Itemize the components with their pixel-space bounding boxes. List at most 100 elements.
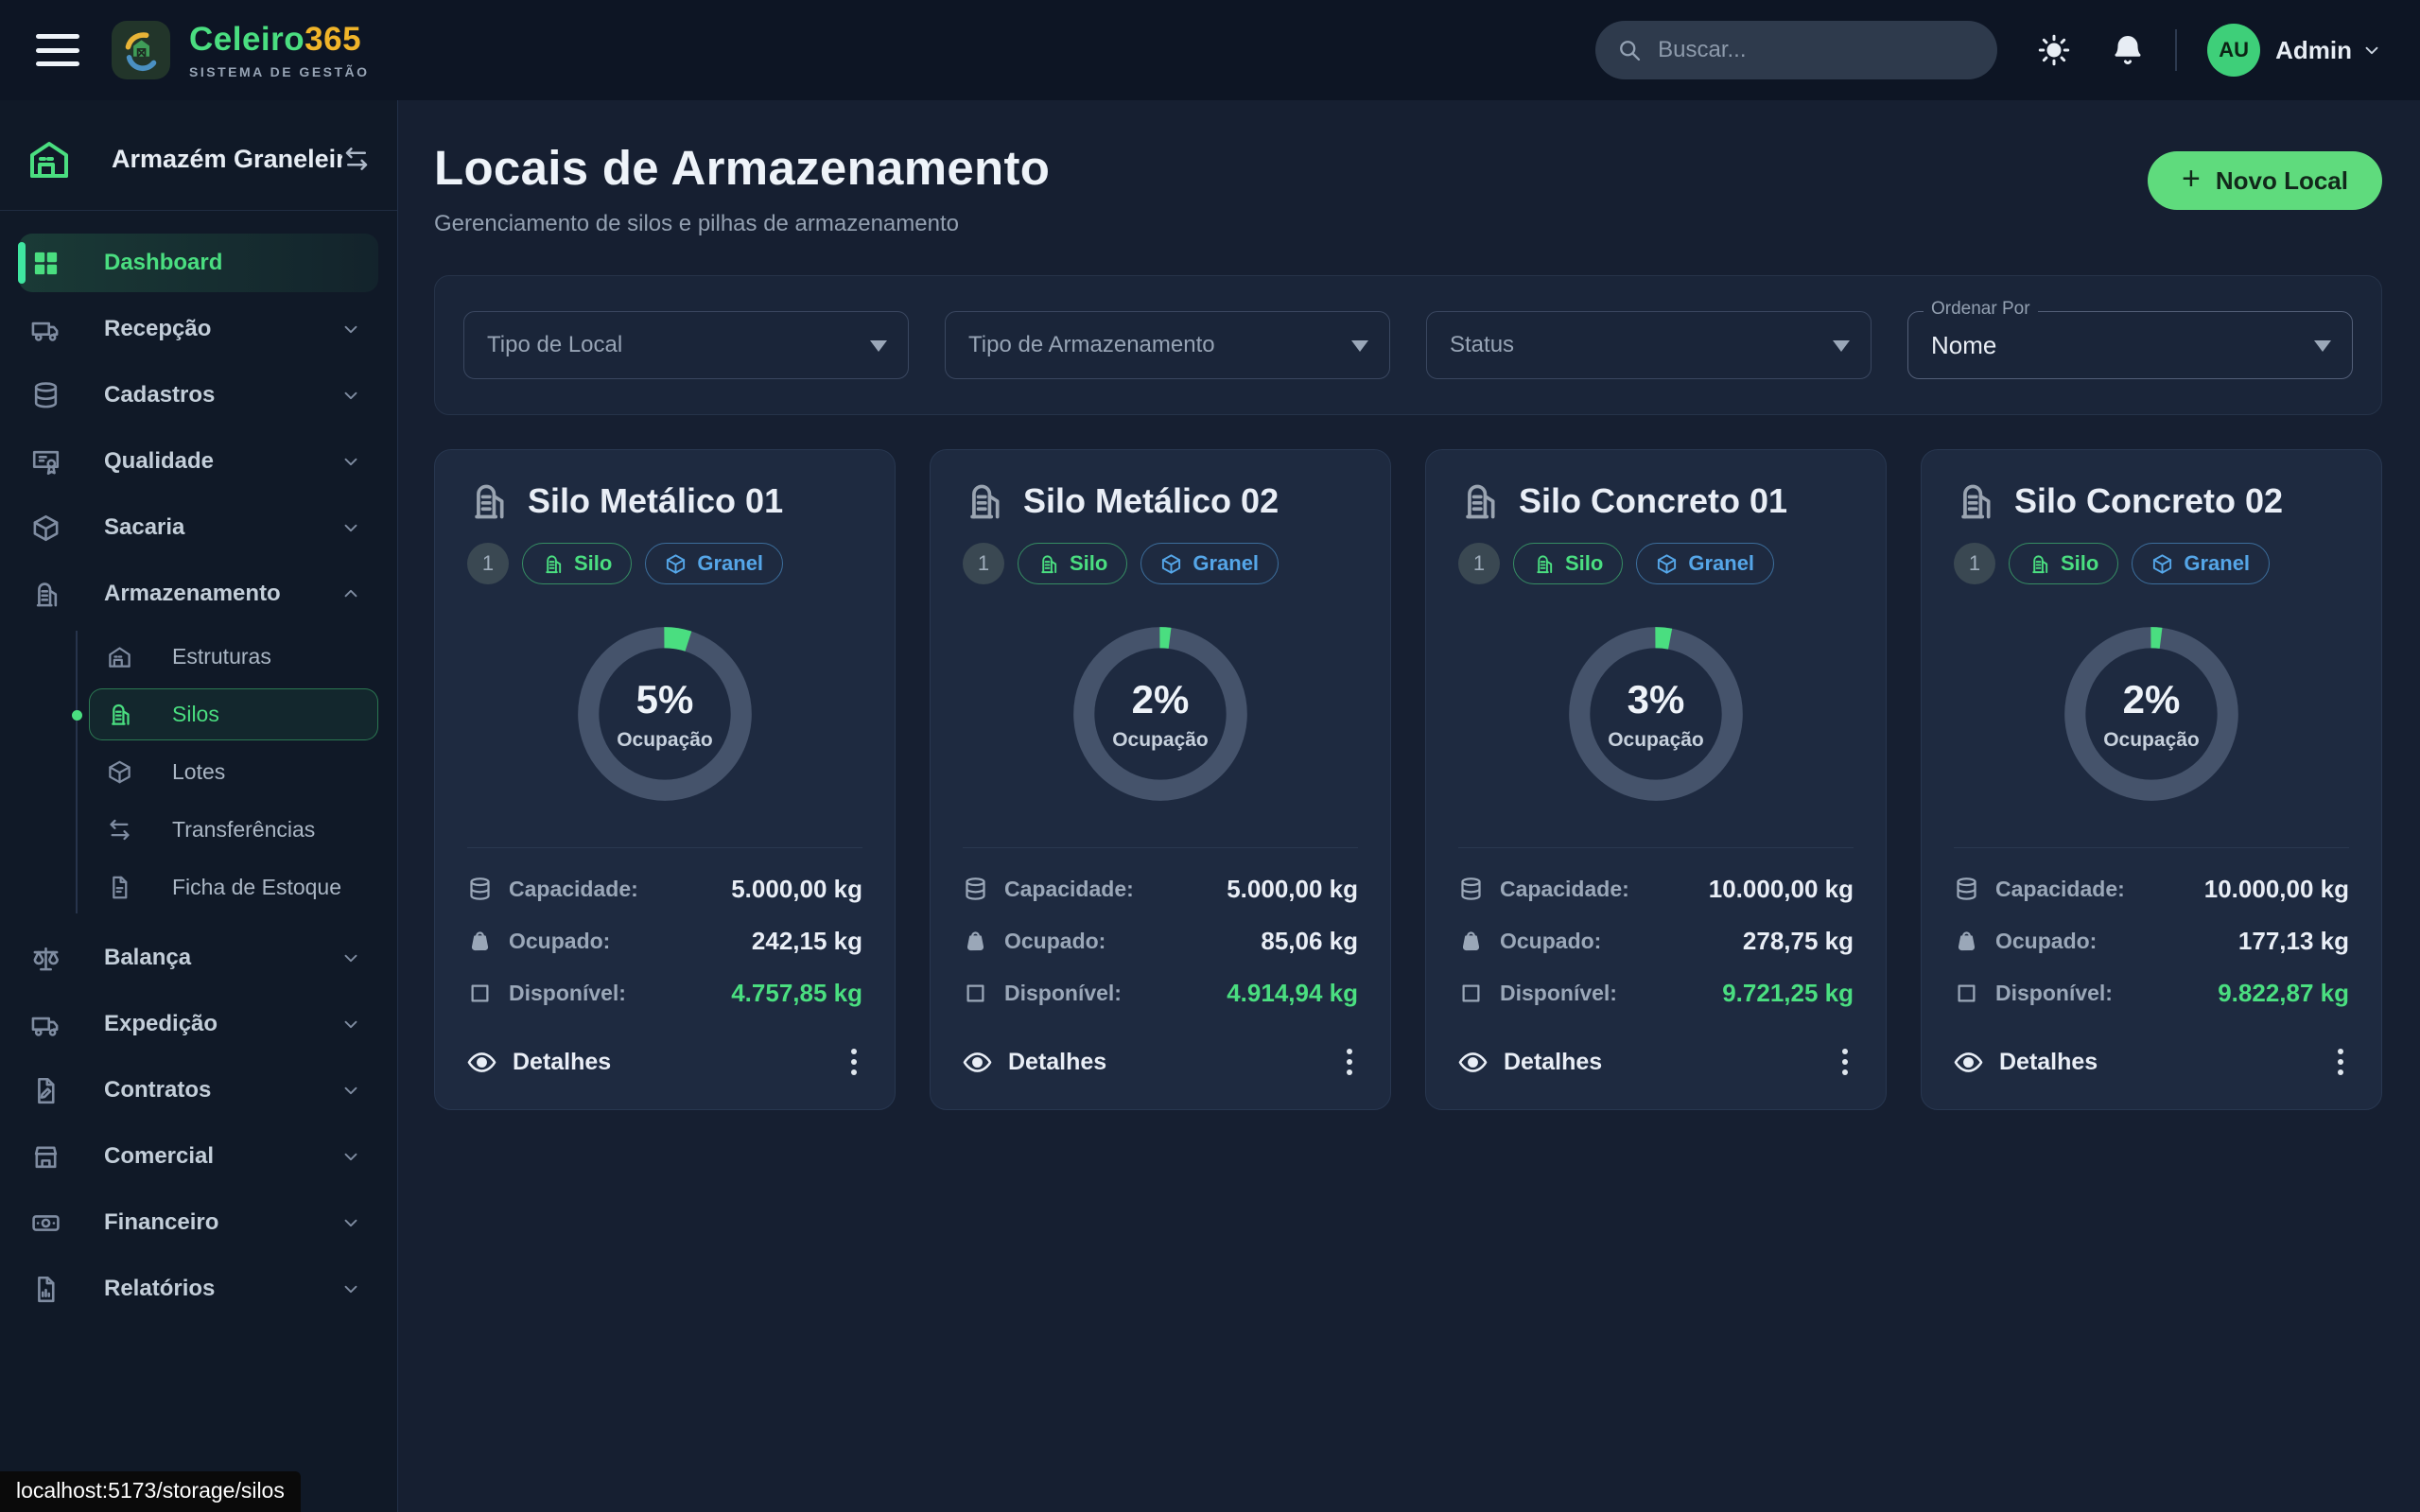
filter-status[interactable]: Status	[1426, 311, 1872, 379]
caret-down-icon	[1351, 340, 1368, 352]
silo-icon	[542, 553, 564, 575]
square-icon	[1954, 981, 1979, 1006]
sidebar-item-recepção[interactable]: Recepção	[19, 300, 378, 358]
cube-icon	[665, 553, 687, 575]
sidebar-item-expedição[interactable]: Expedição	[19, 995, 378, 1053]
sidebar-item-ficha-de-estoque[interactable]: Ficha de Estoque	[89, 861, 378, 913]
chevron-up-icon	[340, 583, 361, 604]
card-title: Silo Metálico 02	[1023, 481, 1279, 521]
details-button[interactable]: Detalhes	[1458, 1048, 1602, 1077]
kebab-menu-button[interactable]	[1341, 1043, 1358, 1081]
card-divider	[963, 847, 1358, 848]
kebab-menu-button[interactable]	[845, 1043, 862, 1081]
chevron-down-icon[interactable]	[2361, 40, 2382, 61]
silo-card: Silo Metálico 02 1 Silo Granel 2% Ocupaç…	[930, 449, 1391, 1110]
occupancy-percent: 2%	[1132, 677, 1190, 722]
sidebar-item-estruturas[interactable]: Estruturas	[89, 631, 378, 683]
menu-icon[interactable]	[36, 34, 79, 66]
search-input[interactable]	[1595, 21, 1997, 79]
sidebar-item-silos[interactable]: Silos	[89, 688, 378, 740]
org-selector[interactable]: Armazém Graneleir...	[0, 127, 397, 182]
sidebar-item-contratos[interactable]: Contratos	[19, 1061, 378, 1120]
sidebar-item-relatórios[interactable]: Relatórios	[19, 1260, 378, 1318]
new-local-button[interactable]: + Novo Local	[2148, 151, 2382, 210]
new-local-label: Novo Local	[2216, 166, 2348, 196]
brand-tagline: SISTEMA DE GESTÃO	[189, 64, 370, 79]
filter-tipo-de-armazenamento[interactable]: Tipo de Armazenamento	[945, 311, 1390, 379]
occupancy-donut: 2% Ocupação	[1071, 624, 1250, 804]
filter-panel: Tipo de Local Tipo de Armazenamento Stat…	[434, 275, 2382, 415]
square-icon	[467, 981, 493, 1006]
occupancy-label: Ocupação	[617, 729, 713, 752]
sidebar-item-financeiro[interactable]: Financeiro	[19, 1193, 378, 1252]
sidebar-item-dashboard[interactable]: Dashboard	[19, 234, 378, 292]
silo-type-badge: Silo	[1018, 543, 1127, 584]
database-icon	[1458, 877, 1484, 902]
sidebar-item-lotes[interactable]: Lotes	[89, 746, 378, 798]
brand-name: Celeiro	[189, 21, 305, 58]
eye-icon	[1458, 1048, 1488, 1077]
notifications-bell-icon[interactable]	[2111, 33, 2145, 67]
occupancy-percent: 3%	[1628, 677, 1685, 722]
details-button[interactable]: Detalhes	[467, 1048, 611, 1077]
silo-icon	[2028, 553, 2050, 575]
sidebar-item-sacaria[interactable]: Sacaria	[19, 498, 378, 557]
eye-icon	[963, 1048, 992, 1077]
stat-row: Ocupado: 177,13 kg	[1954, 927, 2349, 956]
sidebar-item-comercial[interactable]: Comercial	[19, 1127, 378, 1186]
brand-block: Celeiro365 SISTEMA DE GESTÃO	[189, 21, 370, 79]
weight-icon	[467, 929, 493, 954]
filter-placeholder: Tipo de Armazenamento	[968, 332, 1215, 358]
chevron-down-icon	[340, 1080, 361, 1101]
package-icon	[31, 513, 61, 543]
page-subtitle: Gerenciamento de silos e pilhas de armaz…	[434, 211, 1050, 237]
stat-row: Disponível: 9.822,87 kg	[1954, 979, 2349, 1008]
filter-tipo-de-local[interactable]: Tipo de Local	[463, 311, 909, 379]
scale-icon	[31, 944, 61, 973]
warehouse-icon	[26, 136, 72, 182]
chevron-down-icon	[340, 947, 361, 968]
switch-org-icon[interactable]	[342, 145, 371, 173]
stat-row: Capacidade: 10.000,00 kg	[1458, 875, 1854, 904]
occupancy-label: Ocupação	[1112, 729, 1209, 752]
filter-ordenar-por[interactable]: Ordenar Por Nome	[1907, 311, 2353, 379]
details-button[interactable]: Detalhes	[963, 1048, 1106, 1077]
count-badge: 1	[1954, 543, 1995, 584]
silo-type-badge: Silo	[2009, 543, 2118, 584]
grid-icon	[31, 249, 61, 278]
silo-card: Silo Metálico 01 1 Silo Granel 5% Ocupaç…	[434, 449, 896, 1110]
card-divider	[1458, 847, 1854, 848]
kebab-menu-button[interactable]	[2332, 1043, 2349, 1081]
granel-badge: Granel	[1636, 543, 1774, 584]
card-divider	[1954, 847, 2349, 848]
card-title: Silo Concreto 01	[1519, 481, 1787, 521]
sidebar-item-transferências[interactable]: Transferências	[89, 804, 378, 856]
card-divider	[467, 847, 862, 848]
eye-icon	[1954, 1048, 1983, 1077]
card-stats: Capacidade: 10.000,00 kg Ocupado: 278,75…	[1458, 875, 1854, 1031]
theme-toggle-sun-icon[interactable]	[2037, 33, 2071, 67]
sidebar-item-armazenamento[interactable]: Armazenamento	[19, 565, 378, 623]
plus-icon: +	[2182, 163, 2201, 199]
sidebar-subnav: Estruturas Silos Lotes Transferências Fi…	[76, 631, 378, 913]
stat-row: Disponível: 4.757,85 kg	[467, 979, 862, 1008]
kebab-menu-button[interactable]	[1837, 1043, 1854, 1081]
user-name[interactable]: Admin	[2275, 36, 2352, 65]
silo-icon	[1533, 553, 1555, 575]
sidebar-item-balança[interactable]: Balança	[19, 929, 378, 987]
caret-down-icon	[2314, 340, 2331, 352]
sidebar-item-qualidade[interactable]: Qualidade	[19, 432, 378, 491]
database-icon	[963, 877, 988, 902]
chevron-down-icon	[340, 319, 361, 339]
sidebar-item-cadastros[interactable]: Cadastros	[19, 366, 378, 425]
avatar[interactable]: AU	[2207, 24, 2260, 77]
silo-card: Silo Concreto 01 1 Silo Granel 3% Ocupaç…	[1425, 449, 1887, 1110]
stat-row: Capacidade: 5.000,00 kg	[467, 875, 862, 904]
ordenar-por-label: Ordenar Por	[1924, 299, 2038, 320]
chevron-down-icon	[340, 1278, 361, 1299]
eye-icon	[467, 1048, 496, 1077]
weight-icon	[1954, 929, 1979, 954]
occupancy-donut: 5% Ocupação	[575, 624, 755, 804]
org-name: Armazém Graneleir...	[112, 145, 342, 174]
details-button[interactable]: Detalhes	[1954, 1048, 2098, 1077]
